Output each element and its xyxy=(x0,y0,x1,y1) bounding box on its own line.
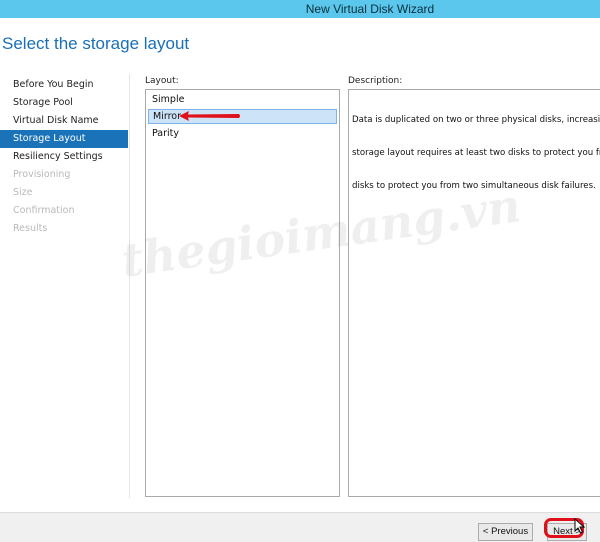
nav-item-before-you-begin[interactable]: Before You Begin xyxy=(0,76,128,94)
layout-option-parity[interactable]: Parity xyxy=(148,126,337,141)
nav-item-confirmation: Confirmation xyxy=(13,205,75,216)
wizard-nav: Before You Begin Storage Pool Virtual Di… xyxy=(0,76,128,238)
layout-label: Layout: xyxy=(145,76,179,86)
nav-divider xyxy=(129,74,130,498)
description-line: disks to protect you from two simultaneo… xyxy=(352,181,596,191)
layout-option-mirror[interactable]: Mirror xyxy=(148,109,337,124)
description-panel: Data is duplicated on two or three physi… xyxy=(348,89,600,497)
nav-item-resiliency-settings[interactable]: Resiliency Settings xyxy=(0,148,128,166)
layout-listbox[interactable]: Simple Mirror Parity xyxy=(145,89,340,497)
description-line: storage layout requires at least two dis… xyxy=(352,148,600,158)
nav-item-storage-pool[interactable]: Storage Pool xyxy=(0,94,128,112)
description-line: Data is duplicated on two or three physi… xyxy=(352,115,600,125)
previous-button[interactable]: < Previous xyxy=(478,523,533,541)
annotation-arrow-icon xyxy=(179,111,240,121)
nav-item-size: Size xyxy=(13,187,33,198)
nav-item-storage-layout[interactable]: Storage Layout xyxy=(0,130,128,148)
wizard-footer: < Previous Next > xyxy=(0,512,600,542)
description-label: Description: xyxy=(348,76,403,86)
nav-item-results: Results xyxy=(13,223,48,234)
nav-item-virtual-disk-name[interactable]: Virtual Disk Name xyxy=(0,112,128,130)
mouse-cursor-icon xyxy=(574,518,586,534)
nav-item-provisioning: Provisioning xyxy=(13,169,71,180)
window-titlebar: New Virtual Disk Wizard xyxy=(0,0,600,18)
page-title: Select the storage layout xyxy=(2,34,190,53)
layout-option-simple[interactable]: Simple xyxy=(148,92,337,107)
window-title: New Virtual Disk Wizard xyxy=(305,2,435,16)
